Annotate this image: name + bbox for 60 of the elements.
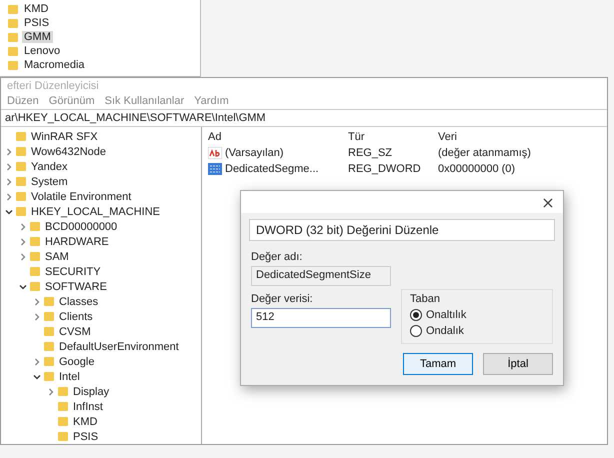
value-name[interactable]: DedicatedSegme... [225,163,319,175]
tree-item[interactable]: SECURITY [43,266,103,278]
tree-item[interactable]: Yandex [29,160,70,172]
chevron-right-icon[interactable] [33,358,41,366]
radio-label[interactable]: Ondalık [426,325,464,337]
field-label: Değer adı: [251,251,304,263]
tree-item[interactable]: Display [71,386,112,398]
chevron-down-icon[interactable] [5,208,13,216]
tree-item[interactable]: Lenovo [22,45,62,57]
dialog-button[interactable]: Tamam [403,353,473,375]
group-label: Taban [410,293,441,305]
radio-label[interactable]: Onaltılık [426,309,466,321]
tree-item[interactable]: InfInst [71,400,105,412]
chevron-right-icon[interactable] [47,388,55,396]
menu-item[interactable]: Düzen [7,94,39,109]
tree-item[interactable]: Volatile Environment [29,190,134,202]
value-data-field[interactable]: 512 [251,308,391,328]
tree-item[interactable]: System [29,176,70,188]
value-type: REG_DWORD [348,163,422,175]
field-label: Değer verisi: [251,293,314,305]
menu-item[interactable]: Yardım [194,94,229,109]
radio-button[interactable] [410,325,422,337]
value-type: REG_SZ [348,147,394,159]
dialog-title: DWORD (32 bit) Değerini Düzenle [249,219,555,241]
menu-item[interactable]: Sık Kullanılanlar [104,94,184,109]
value-name-field[interactable]: DedicatedSegmentSize [251,266,391,286]
tree-item[interactable]: GMM [22,31,53,43]
tree-item[interactable]: HARDWARE [43,236,111,248]
column-header[interactable]: Veri [438,131,457,143]
address-bar[interactable]: ar\HKEY_LOCAL_MACHINE\SOFTWARE\Intel\GMM [1,109,607,127]
column-header[interactable]: Ad [208,131,348,143]
tree-item[interactable]: Google [57,356,96,368]
chevron-down-icon[interactable] [19,282,27,290]
tree-item[interactable]: Classes [57,296,100,308]
tree-item[interactable]: BCD00000000 [43,220,120,232]
value-name[interactable]: (Varsayılan) [225,147,284,159]
tree-item[interactable]: HKEY_LOCAL_MACHINE [29,206,162,218]
tree-item[interactable]: CVSM [57,326,93,338]
tree-item[interactable]: DefaultUserEnvironment [57,340,181,352]
string-value-icon [208,147,222,159]
tree-item[interactable]: SOFTWARE [43,280,109,292]
dialog-button[interactable]: İptal [483,353,553,375]
tree-item[interactable]: Clients [57,310,95,322]
menu-item[interactable]: Görünüm [48,94,95,109]
value-data: (değer atanmamış) [438,147,531,159]
tree-item[interactable]: Macromedia [22,59,87,71]
window-title: efteri Düzenleyicisi [6,79,99,94]
tree-item[interactable]: SAM [43,250,71,262]
tree-item[interactable]: Wow6432Node [29,146,108,158]
value-data: 0x00000000 (0) [438,163,516,175]
tree-item[interactable]: KMD [71,416,100,428]
tree-item[interactable]: PSIS [22,17,52,29]
tree-item[interactable]: WinRAR SFX [29,130,100,142]
radio-button[interactable] [410,309,422,321]
tree-item[interactable]: KMD [22,3,50,15]
binary-value-icon [208,163,222,175]
tree-item[interactable]: PSIS [71,430,100,442]
column-header[interactable]: Tür [348,131,438,143]
chevron-down-icon[interactable] [33,372,41,380]
tree-item[interactable]: Intel [57,370,82,382]
